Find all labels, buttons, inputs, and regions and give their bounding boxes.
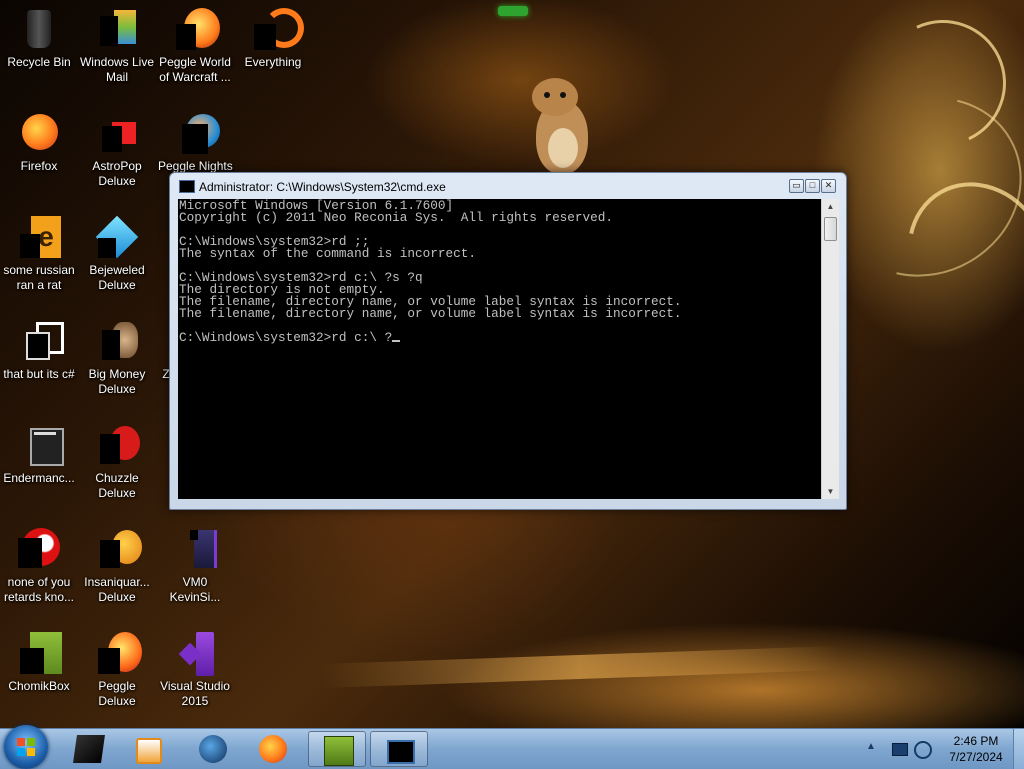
hamster-mascot[interactable]: [528, 78, 598, 178]
desktop-icon-label: Recycle Bin: [7, 55, 71, 69]
taskbar-network-globe[interactable]: [184, 731, 242, 767]
desktop-icon-label: none of you retards kno...: [3, 575, 75, 604]
taskbar: ▲ 2:46 PM 7/27/2024: [0, 725, 1024, 769]
cmd-window-icon: [387, 740, 415, 764]
window-stack-icon: [16, 318, 64, 364]
desktop-icon-label: Bejeweled Deluxe: [89, 263, 145, 292]
clock[interactable]: 2:46 PM 7/27/2024: [936, 733, 1016, 765]
desktop-icon-astropop[interactable]: AstroPop Deluxe: [78, 110, 156, 189]
maximize-button[interactable]: □: [805, 179, 820, 193]
show-hidden-icons-icon[interactable]: ▲: [866, 741, 878, 755]
desktop-icon-label: AstroPop Deluxe: [92, 159, 142, 188]
desktop-icon-label: Peggle World of Warcraft ...: [159, 55, 231, 84]
visual-studio-icon: [172, 630, 218, 676]
shortcut-e-icon: e: [16, 214, 62, 260]
globe-icon: [199, 735, 227, 763]
taskbar-firefox[interactable]: [244, 731, 302, 767]
start-button[interactable]: [4, 725, 48, 769]
cmd-titlebar[interactable]: Administrator: C:\Windows\System32\cmd.e…: [170, 173, 846, 197]
big-money-icon: [94, 318, 140, 364]
peggle-nights-icon: [172, 110, 220, 156]
clock-date: 7/27/2024: [949, 750, 1003, 764]
endermanch-icon: [16, 422, 64, 468]
desktop-icon-bejeweled[interactable]: Bejeweled Deluxe: [78, 214, 156, 293]
cmd-title: Administrator: C:\Windows\System32\cmd.e…: [199, 180, 446, 194]
desktop-icon-chomikbox[interactable]: ChomikBox: [0, 630, 78, 694]
desktop-icon-vm0[interactable]: VM0 KevinSi...: [156, 526, 234, 605]
windows-logo-icon: [17, 738, 35, 756]
chomikbox-icon: [16, 630, 62, 676]
chuzzle-icon: [94, 422, 140, 468]
close-button[interactable]: ✕: [821, 179, 836, 193]
clock-time: 2:46 PM: [953, 734, 999, 748]
bejeweled-icon: [94, 214, 140, 260]
astropop-icon: [94, 110, 140, 156]
cmd-window-icon: [179, 180, 195, 193]
terminal-icon: [73, 735, 105, 763]
recycle-bin-icon: [16, 6, 62, 52]
desktop-icon-label: Firefox: [20, 159, 58, 173]
cmd-window[interactable]: Administrator: C:\Windows\System32\cmd.e…: [169, 172, 847, 510]
desktop-icon-label: Big Money Deluxe: [88, 367, 146, 396]
vm-file-icon: [172, 526, 218, 572]
scroll-thumb[interactable]: [824, 217, 837, 241]
peggle-deluxe-icon: [94, 630, 142, 676]
desktop-icon-insaniquarium[interactable]: Insaniquar... Deluxe: [78, 526, 156, 605]
firefox-icon: [259, 735, 287, 763]
desktop-icon-recycle-bin[interactable]: Recycle Bin: [0, 6, 78, 70]
desktop-icon-label: some russian ran a rat: [3, 263, 75, 292]
desktop-icon-label: ChomikBox: [8, 679, 70, 693]
desktop-icon-label: Visual Studio 2015: [160, 679, 230, 708]
desktop-icon-some-russian[interactable]: e some russian ran a rat: [0, 214, 78, 293]
desktop-icon-big-money[interactable]: Big Money Deluxe: [78, 318, 156, 397]
network-icon[interactable]: [892, 743, 908, 756]
show-desktop-button[interactable]: [1013, 729, 1024, 769]
desktop-icon-everything[interactable]: Everything: [234, 6, 312, 70]
peggle-wow-icon: [172, 6, 220, 52]
desktop-icon-peggle-wow[interactable]: Peggle World of Warcraft ...: [156, 6, 234, 85]
desktop-icon-label: Peggle Deluxe: [98, 679, 136, 708]
desktop-icon-none-of-you[interactable]: none of you retards kno...: [0, 526, 78, 605]
desktop-icon-endermanch[interactable]: Endermanc...: [0, 422, 78, 486]
media-player-icon: [136, 738, 162, 764]
everything-search-icon: [250, 6, 304, 52]
desktop-icon-label: Everything: [244, 55, 302, 69]
firefox-icon: [16, 110, 62, 156]
taskbar-cmd-pinned[interactable]: [60, 731, 118, 767]
desktop-icon-label: Chuzzle Deluxe: [95, 471, 139, 500]
desktop-icon-visual-studio[interactable]: Visual Studio 2015: [156, 630, 234, 709]
taskbar-cmd-window[interactable]: [370, 731, 428, 767]
desktop-icon-label: that but its c#: [3, 367, 75, 381]
console-output[interactable]: Microsoft Windows [Version 6.1.7600] Cop…: [178, 199, 821, 499]
windows-live-mail-icon: [94, 6, 140, 52]
red-app-icon: [16, 526, 62, 572]
system-tray: ▲ 2:46 PM 7/27/2024: [862, 729, 1024, 769]
desktop-icon-peggle-nights[interactable]: Peggle Nights: [156, 110, 234, 174]
desktop-icon-peggle-deluxe[interactable]: Peggle Deluxe: [78, 630, 156, 709]
scroll-up-icon[interactable]: ▲: [822, 199, 839, 214]
scroll-down-icon[interactable]: ▼: [822, 484, 839, 499]
desktop-icon-label: Endermanc...: [3, 471, 75, 485]
desktop-icon-that-but-its-c[interactable]: that but its c#: [0, 318, 78, 382]
console-scrollbar[interactable]: ▲ ▼: [821, 199, 839, 499]
taskbar-media-player[interactable]: [118, 731, 176, 767]
desktop-icon-label: Windows Live Mail: [79, 55, 155, 84]
desktop-icon-label: VM0 KevinSi...: [169, 575, 221, 604]
taskbar-chomikbox[interactable]: [308, 731, 366, 767]
desktop-icon-firefox[interactable]: Firefox: [0, 110, 78, 174]
minimize-button[interactable]: ▭: [789, 179, 804, 193]
desktop-icon-label: Insaniquar... Deluxe: [84, 575, 150, 604]
text-cursor: [392, 340, 401, 342]
console-text: Microsoft Windows [Version 6.1.7600] Cop…: [179, 199, 682, 345]
insaniquarium-icon: [94, 526, 142, 572]
desktop-icon-chuzzle[interactable]: Chuzzle Deluxe: [78, 422, 156, 501]
desktop-icon-windows-live-mail[interactable]: Windows Live Mail: [78, 6, 156, 85]
volume-icon[interactable]: [914, 741, 932, 759]
chomikbox-icon: [324, 736, 354, 766]
